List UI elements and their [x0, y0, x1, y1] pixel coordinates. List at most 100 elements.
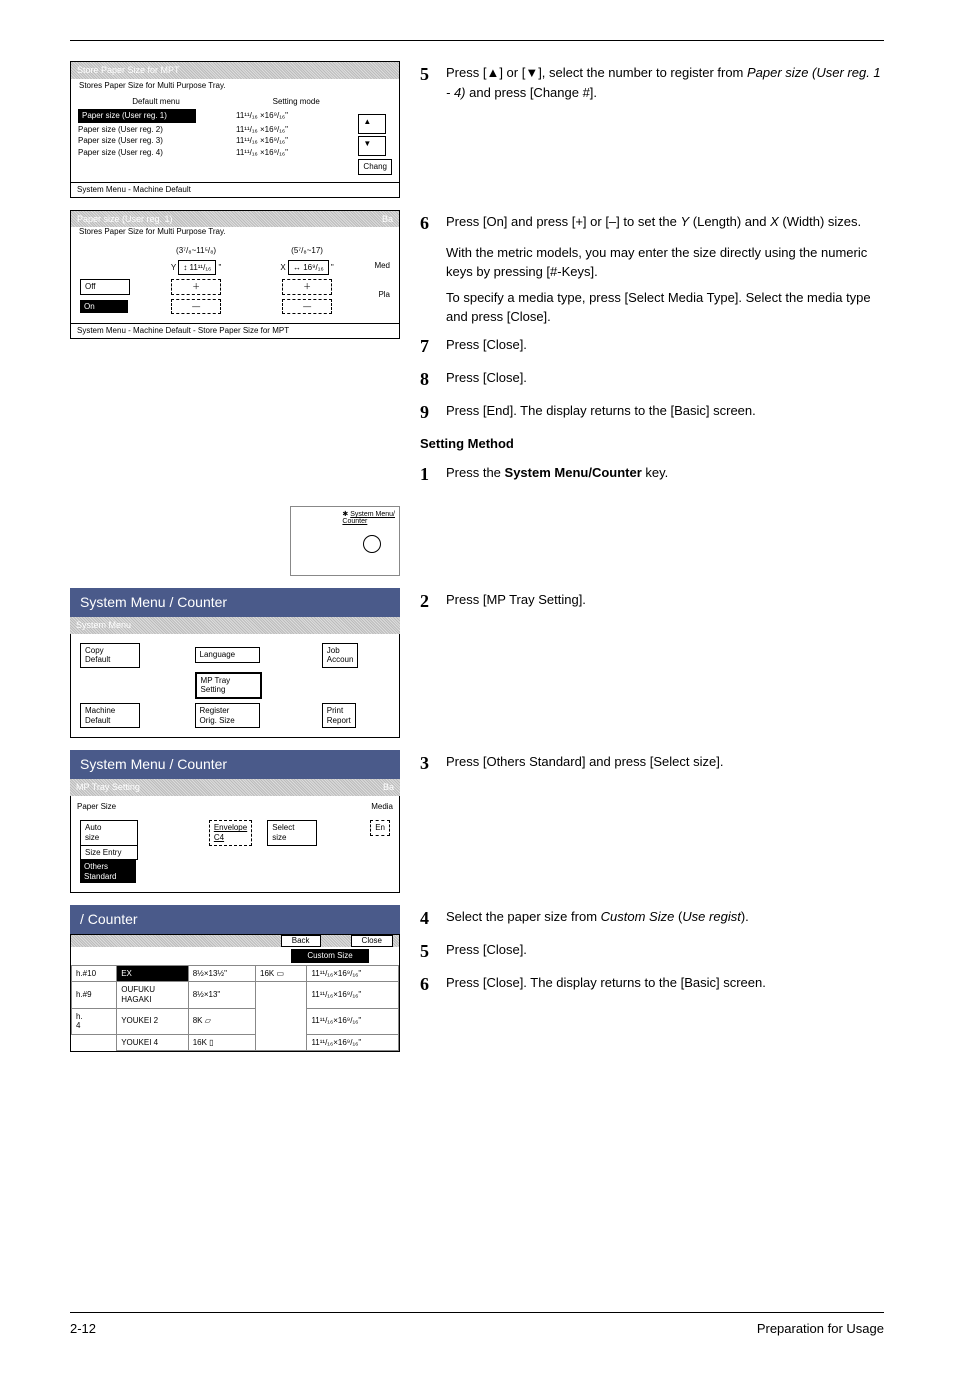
page-number: 2-12 — [70, 1319, 96, 1339]
cell — [256, 1008, 307, 1034]
star-icon: ✱ — [342, 511, 348, 518]
y-plus[interactable]: ＋ — [171, 279, 221, 295]
step-8-text: Press [Close]. — [446, 366, 884, 393]
x-value: ↔ 16⁹/₁₆ — [288, 260, 329, 276]
step-7-num: 7 — [420, 333, 446, 360]
mstep-3-text: Press [Others Standard] and press [Selec… — [446, 750, 884, 777]
size-entry-button[interactable]: Size Entry — [80, 845, 138, 861]
x-plus[interactable]: ＋ — [282, 279, 332, 295]
cell[interactable]: OUFUKU HAGAKI — [117, 982, 189, 1008]
cell[interactable]: 11¹¹/₁₆×16⁹/₁₆" — [307, 982, 399, 1008]
panel3-header: System Menu / Counter — [70, 588, 400, 617]
machine-default-button[interactable]: Machine Default — [80, 703, 140, 728]
cell — [256, 982, 307, 1008]
cell[interactable]: EX — [117, 965, 189, 982]
panel-system-menu: System Menu / Counter System Menu Copy D… — [70, 588, 400, 738]
panel2-breadcrumb: System Menu - Machine Default - Store Pa… — [71, 323, 399, 338]
mstep-4-text: Select the paper size from Custom Size (… — [446, 905, 884, 932]
mstep-2-num: 2 — [420, 588, 446, 615]
step-6-num: 6 — [420, 210, 446, 237]
step-6-note1: With the metric models, you may enter th… — [446, 243, 884, 282]
col-setting: Setting mode — [235, 96, 357, 108]
step-9-text: Press [End]. The display returns to the … — [446, 399, 884, 426]
off-button[interactable]: Off — [80, 279, 130, 295]
cell[interactable]: 11¹¹/₁₆×16⁹/₁₆" — [307, 965, 399, 982]
en-label: En — [370, 820, 390, 836]
on-button[interactable]: On — [80, 300, 128, 314]
custom-size-tab[interactable]: Custom Size — [291, 949, 369, 963]
user-reg-2: Paper size (User reg. 2) — [77, 124, 235, 136]
panel1-breadcrumb: System Menu - Machine Default — [71, 182, 399, 197]
step-7-text: Press [Close]. — [446, 333, 884, 360]
cell[interactable]: h.#9 — [72, 982, 117, 1008]
envelope-display: Envelope C4 — [209, 820, 252, 845]
size-table: h.#10EX8½×13½"16K ▭11¹¹/₁₆×16⁹/₁₆" h.#9O… — [71, 965, 399, 1052]
setting-method-heading: Setting Method — [420, 434, 884, 454]
y-range: (3⁷/₈~11⁵/₈) — [143, 245, 249, 257]
cell — [72, 1034, 117, 1051]
val-1: 11¹¹/₁₆ ×16⁹/₁₆" — [235, 108, 357, 124]
cell[interactable]: YOUKEI 4 — [117, 1034, 189, 1051]
user-reg-1[interactable]: Paper size (User reg. 1) — [78, 109, 196, 123]
cell[interactable]: 8½×13½" — [188, 965, 255, 982]
cell[interactable]: h.#10 — [72, 965, 117, 982]
step-8-num: 8 — [420, 366, 446, 393]
y-value: ↕ 11¹¹/₁₆ — [178, 260, 216, 276]
arrow-down-icon[interactable]: ▼ — [358, 136, 386, 156]
cell[interactable]: 8K ▱ — [188, 1008, 255, 1034]
cell[interactable]: 16K ▯ — [188, 1034, 255, 1051]
user-reg-3: Paper size (User reg. 3) — [77, 135, 235, 147]
others-standard-button[interactable]: Others Standard — [80, 860, 136, 883]
copy-default-button[interactable]: Copy Default — [80, 643, 140, 668]
job-account-button[interactable]: Job Accoun — [322, 643, 359, 668]
mstep-6-num: 6 — [420, 971, 446, 998]
panel-user-reg-size: Paper size (User reg. 1)Ba Stores Paper … — [70, 210, 400, 339]
panel4-title: MP Tray SettingBa — [70, 779, 400, 796]
mstep-2-text: Press [MP Tray Setting]. — [446, 588, 884, 615]
cell[interactable]: 16K ▭ — [256, 965, 307, 982]
panel-custom-size: / Counter Back Close Custom Size h.#10EX… — [70, 905, 400, 1052]
register-orig-button[interactable]: Register Orig. Size — [195, 703, 260, 728]
system-menu-key-illus: ✱ System Menu/ Counter — [290, 506, 400, 576]
language-button[interactable]: Language — [195, 647, 260, 663]
panel2-title: Paper size (User reg. 1)Ba — [71, 211, 399, 228]
mstep-3-num: 3 — [420, 750, 446, 777]
step-9-num: 9 — [420, 399, 446, 426]
cell[interactable]: 8½×13" — [188, 982, 255, 1008]
step-6-text: Press [On] and press [+] or [–] to set t… — [446, 210, 884, 237]
y-minus[interactable]: — — [171, 299, 221, 315]
step-5-text: Press [▲] or [▼], select the number to r… — [446, 61, 884, 102]
cell[interactable]: 11¹¹/₁₆×16⁹/₁₆" — [307, 1008, 399, 1034]
page-footer: 2-12 Preparation for Usage — [70, 1312, 884, 1339]
print-report-button[interactable]: Print Report — [322, 703, 356, 728]
cell[interactable]: 11¹¹/₁₆×16⁹/₁₆" — [307, 1034, 399, 1051]
panel1-title: Store Paper Size for MPT — [71, 62, 399, 79]
mstep-5-text: Press [Close]. — [446, 938, 884, 965]
panel5-header: / Counter — [70, 905, 400, 934]
mstep-4-num: 4 — [420, 905, 446, 932]
change-button[interactable]: Chang — [358, 159, 392, 175]
panel-store-paper-size: Store Paper Size for MPT Stores Paper Si… — [70, 61, 400, 198]
plain-label: Pla — [366, 290, 390, 300]
arrow-up-icon[interactable]: ▲ — [358, 114, 386, 134]
close-button[interactable]: Close — [351, 935, 393, 947]
select-size-button[interactable]: Select size — [267, 820, 317, 845]
panel3-title: System Menu — [70, 617, 400, 634]
mp-tray-setting-button[interactable]: MP Tray Setting — [195, 672, 262, 699]
mstep-1-text: Press the System Menu/Counter key. — [446, 461, 884, 488]
mstep-5-num: 5 — [420, 938, 446, 965]
cell[interactable]: YOUKEI 2 — [117, 1008, 189, 1034]
col-default: Default menu — [77, 96, 235, 108]
user-reg-4: Paper size (User reg. 4) — [77, 147, 235, 159]
cell[interactable]: h. 4 — [72, 1008, 117, 1034]
x-minus[interactable]: — — [282, 299, 332, 315]
back-button[interactable]: Back — [281, 935, 321, 947]
page-top-rule — [70, 40, 884, 41]
x-range: (5⁷/₈~17) — [251, 245, 363, 257]
key-circle-icon — [363, 535, 381, 553]
mstep-6-text: Press [Close]. The display returns to th… — [446, 971, 884, 998]
media-label: Med — [366, 261, 390, 271]
step-6-note2: To specify a media type, press [Select M… — [446, 288, 884, 327]
media-label2: Media — [371, 802, 393, 812]
auto-size-button[interactable]: Auto size — [80, 820, 138, 845]
